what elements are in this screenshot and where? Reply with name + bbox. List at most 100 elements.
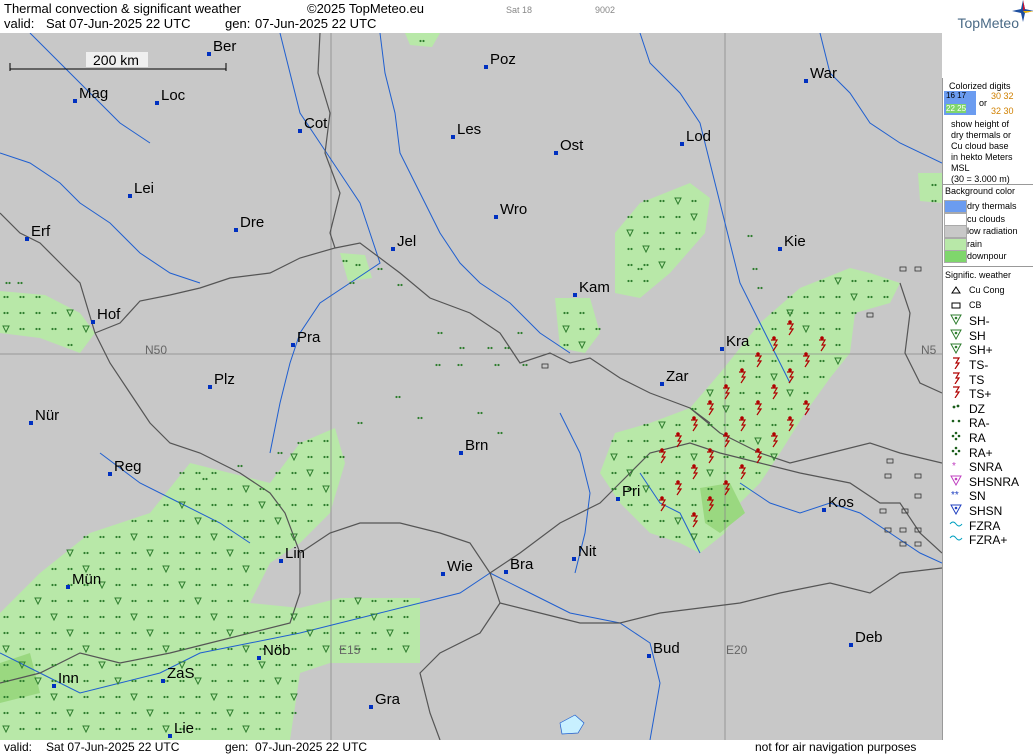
digit-sample-4: 32 30 [991, 106, 1014, 116]
legend-desc-3: in hekto Meters [951, 152, 1013, 162]
city-label: Inn [58, 670, 79, 687]
city-label: Hof [97, 306, 121, 323]
city-marker-icon [504, 570, 508, 574]
cb-icon [951, 302, 961, 309]
weather-label: SHSN [969, 504, 1003, 518]
city-label: Gra [375, 691, 401, 708]
shower-heavy-icon [950, 343, 962, 355]
city-zas[interactable]: ZaS [161, 665, 195, 683]
city-label: Kie [784, 233, 806, 250]
city-marker-icon [73, 99, 77, 103]
city-label: Les [457, 121, 481, 138]
weather-label: RA [969, 431, 986, 445]
legend-background-title: Background color [945, 186, 1016, 196]
city-label: Ber [213, 38, 236, 55]
city-deb[interactable]: Deb [849, 629, 883, 647]
digit-or: or [979, 98, 988, 108]
city-marker-icon [66, 585, 70, 589]
city-marker-icon [128, 194, 132, 198]
bg-swatch-cu-clouds [944, 212, 967, 226]
city-marker-icon [573, 293, 577, 297]
city-marker-icon [25, 237, 29, 241]
city-marker-icon [298, 129, 302, 133]
city-marker-icon [494, 215, 498, 219]
city-marker-icon [441, 572, 445, 576]
digit-sample-1: 16 17 [946, 91, 967, 100]
city-label: Lei [134, 180, 154, 197]
bg-label: cu clouds [967, 213, 1006, 224]
weather-label: TS+ [969, 387, 992, 402]
rain-area [918, 173, 942, 203]
bg-swatch-dry-thermals [944, 200, 967, 213]
weather-label: FZRA [969, 518, 1001, 533]
map-canvas[interactable]: Ber Poz Mag Loc Cot Les Ost Lod War Lei Dre Wro Jel K… [0, 33, 942, 740]
grid-label-e15: E15 [339, 643, 361, 657]
city-kam[interactable]: Kam [573, 279, 610, 297]
rain-icon [951, 431, 961, 441]
freezing-rain-icon [949, 521, 963, 527]
city-marker-icon [616, 497, 620, 501]
shower-light-icon [950, 314, 962, 326]
city-reg[interactable]: Reg [108, 458, 142, 476]
topmeteo-logo[interactable]: TopMeteo [942, 0, 1033, 33]
gen-value: 07-Jun-2025 22 UTC [255, 16, 377, 31]
bg-swatch-rain [944, 237, 967, 251]
legend-desc-1: dry thermals or [951, 130, 1012, 140]
city-marker-icon [279, 559, 283, 563]
city-nöb[interactable]: Nöb [257, 642, 291, 660]
city-label: Mün [72, 571, 101, 588]
scale-label: 200 km [93, 52, 139, 68]
city-label: Kra [726, 333, 750, 350]
grid-label-e20: E20 [726, 643, 748, 657]
city-label: Pri [622, 483, 640, 500]
svg-text:*: * [952, 461, 956, 471]
footer-valid-value: Sat 07-Jun-2025 22 UTC [46, 740, 180, 754]
bg-label: downpour [967, 251, 1007, 261]
weather-label: TS [969, 372, 985, 387]
city-marker-icon [720, 347, 724, 351]
bg-label: low radiation [967, 226, 1018, 236]
city-marker-icon [778, 247, 782, 251]
city-label: Bud [653, 640, 680, 657]
city-marker-icon [680, 142, 684, 146]
city-label: Jel [397, 233, 416, 250]
city-label: Nöb [263, 642, 291, 659]
city-label: Reg [114, 458, 142, 475]
city-marker-icon [257, 656, 261, 660]
rain-heavy-icon [951, 446, 961, 455]
city-mag[interactable]: Mag [73, 85, 108, 103]
bg-label: dry thermals [967, 201, 1017, 211]
footer-gen-value: 07-Jun-2025 22 UTC [255, 740, 368, 754]
weather-label: SNRA [969, 460, 1003, 475]
weather-label: SHSNRA [969, 474, 1020, 489]
city-marker-icon [208, 385, 212, 389]
legend-desc-4: MSL [951, 163, 970, 173]
legend-desc-0: show height of [951, 119, 1010, 129]
city-marker-icon [155, 101, 159, 105]
city-mün[interactable]: Mün [66, 571, 101, 589]
bg-swatch-downpour [944, 250, 967, 263]
legend-desc-2: Cu cloud base [951, 141, 1009, 151]
city-label: Lin [285, 545, 305, 562]
weather-map[interactable]: Ber Poz Mag Loc Cot Les Ost Lod War Lei Dre Wro Jel K… [0, 33, 942, 740]
weather-label: Cu Cong [969, 285, 1005, 295]
legend-panel: Colorized digits 16 17 22 25 or 30 32 32… [942, 78, 1033, 740]
snow-rain-icon: * [952, 461, 956, 471]
weather-label: SH- [969, 314, 990, 329]
valid-label: valid: [4, 16, 35, 31]
thunderstorm-light-icon [953, 357, 961, 369]
grid-label-n50: N50 [145, 343, 167, 357]
city-marker-icon [108, 472, 112, 476]
city-label: Pra [297, 329, 321, 346]
footer-disclaimer: not for air navigation purposes [755, 740, 917, 754]
digit-sample-3: 30 32 [991, 91, 1014, 101]
city-label: Poz [490, 51, 516, 68]
gen-label: gen: [225, 16, 251, 31]
city-marker-icon [91, 320, 95, 324]
city-label: Erf [31, 223, 51, 240]
city-marker-icon [451, 135, 455, 139]
city-marker-icon [804, 79, 808, 83]
model-label: Sat 18 [506, 5, 533, 15]
city-marker-icon [391, 247, 395, 251]
code-label: 9002 [595, 5, 616, 15]
